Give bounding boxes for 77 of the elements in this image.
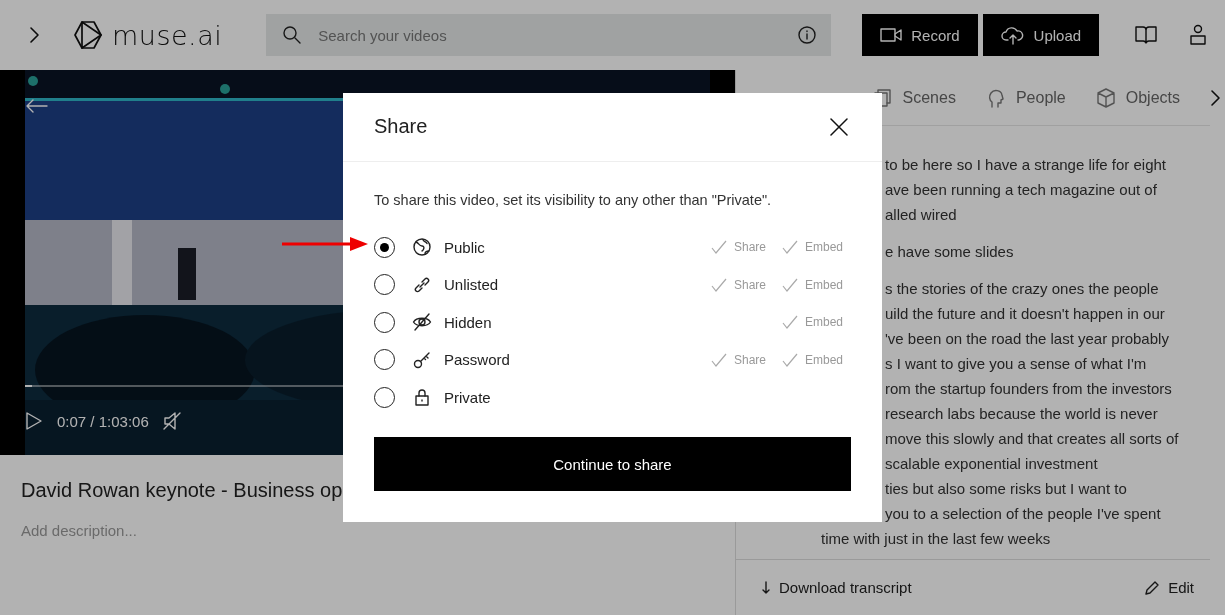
visibility-radio[interactable]	[374, 311, 395, 333]
check-icon	[710, 240, 727, 255]
check-icon	[710, 277, 727, 292]
down-arrow-icon	[761, 580, 771, 595]
info-icon[interactable]	[797, 25, 818, 45]
transcript-line: research labs because the world is never	[885, 404, 1158, 424]
check-icon	[781, 352, 798, 367]
transcript-line: uild the future and it doesn't happen in our	[885, 304, 1165, 324]
share-permission: Share	[733, 277, 766, 292]
transcript-line: rom the startup founders from the investors	[885, 379, 1172, 399]
user-icon	[1189, 24, 1208, 46]
video-title: David Rowan keynote - Business op	[21, 479, 343, 502]
search-input[interactable]: Search your videos	[316, 25, 784, 45]
share-permission: Share	[733, 352, 766, 367]
visibility-radio[interactable]	[374, 386, 395, 408]
visibility-label: Hidden	[444, 313, 493, 331]
visibility-radio[interactable]	[374, 274, 395, 296]
logo-text: muse.ai	[112, 19, 223, 51]
edit-button[interactable]: Edit	[1144, 579, 1194, 596]
muted-speaker-icon[interactable]	[162, 411, 181, 431]
transcript-line: ave been running a tech magazine out of	[885, 180, 1157, 200]
panel-tab[interactable]: People	[985, 86, 1066, 109]
transcript-line: to be here so I have a strange life for eight	[885, 155, 1166, 175]
embed-permission: Embed	[804, 352, 843, 367]
pencil-icon	[1144, 579, 1161, 596]
visibility-label: Unlisted	[444, 276, 500, 294]
cube-icon	[1095, 86, 1116, 109]
globe-icon	[412, 237, 432, 258]
dialog-title: Share	[374, 115, 428, 139]
video-time: 0:07 / 1:03:06	[57, 412, 149, 430]
dialog-instructions: To share this video, set its visibility to any other than "Private".	[374, 191, 773, 208]
next-tabs-button[interactable]	[1210, 87, 1222, 108]
chevron-right-icon	[28, 25, 42, 45]
download-transcript-button[interactable]: Download transcript	[761, 579, 912, 596]
account-button[interactable]	[1189, 24, 1208, 46]
book-icon	[1135, 25, 1158, 45]
visibility-radio[interactable]	[374, 236, 395, 258]
embed-permission: Embed	[804, 315, 843, 330]
transcript-line: 've been on the road the last year probably	[885, 329, 1169, 349]
transcript-line: move this slowly and that creates all sorts of	[885, 429, 1179, 449]
upload-button[interactable]: Upload	[982, 14, 1100, 56]
check-icon	[781, 315, 798, 330]
panel-tab[interactable]: Objects	[1095, 86, 1180, 109]
visibility-label: Public	[444, 238, 486, 256]
back-arrow-icon[interactable]	[25, 98, 49, 114]
play-icon[interactable]	[25, 411, 43, 431]
check-icon	[781, 277, 798, 292]
visibility-radio[interactable]	[374, 349, 395, 371]
transcript-line: scalable exponential investment	[885, 454, 1098, 474]
expand-sidebar-button[interactable]	[28, 25, 42, 45]
record-button[interactable]: Record	[862, 14, 978, 56]
cloud-upload-icon	[1000, 25, 1025, 45]
transcript-line: s the stories of the crazy ones the people	[885, 279, 1159, 299]
transcript-line: e have some slides	[885, 242, 1014, 262]
embed-permission: Embed	[804, 277, 843, 292]
transcript-line: you to a selection of the people I've spent	[885, 504, 1161, 524]
logo-icon	[74, 20, 102, 50]
transcript-line: s I want to give you a sense of what I'm	[885, 354, 1147, 374]
check-icon	[781, 240, 798, 255]
visibility-label: Password	[444, 351, 511, 369]
chevron-right-icon	[1210, 87, 1222, 108]
lock-icon	[412, 387, 432, 408]
close-button[interactable]	[830, 117, 848, 136]
continue-to-share-button[interactable]: Continue to share	[374, 437, 851, 491]
search-field[interactable]: Search your videos	[266, 14, 832, 56]
transcript-line: time with just in the last few weeks	[821, 529, 1051, 549]
video-camera-icon	[880, 27, 903, 43]
transcript-line: ties but also some risks but I want to	[885, 479, 1127, 499]
embed-permission: Embed	[804, 240, 843, 255]
eye-slash-icon	[412, 312, 432, 333]
transcript-line: alled wired	[885, 205, 957, 225]
check-icon	[710, 352, 727, 367]
book-button[interactable]	[1135, 25, 1158, 45]
close-icon	[830, 117, 848, 136]
search-icon	[282, 25, 303, 45]
share-permission: Share	[733, 240, 766, 255]
visibility-label: Private	[444, 388, 492, 406]
